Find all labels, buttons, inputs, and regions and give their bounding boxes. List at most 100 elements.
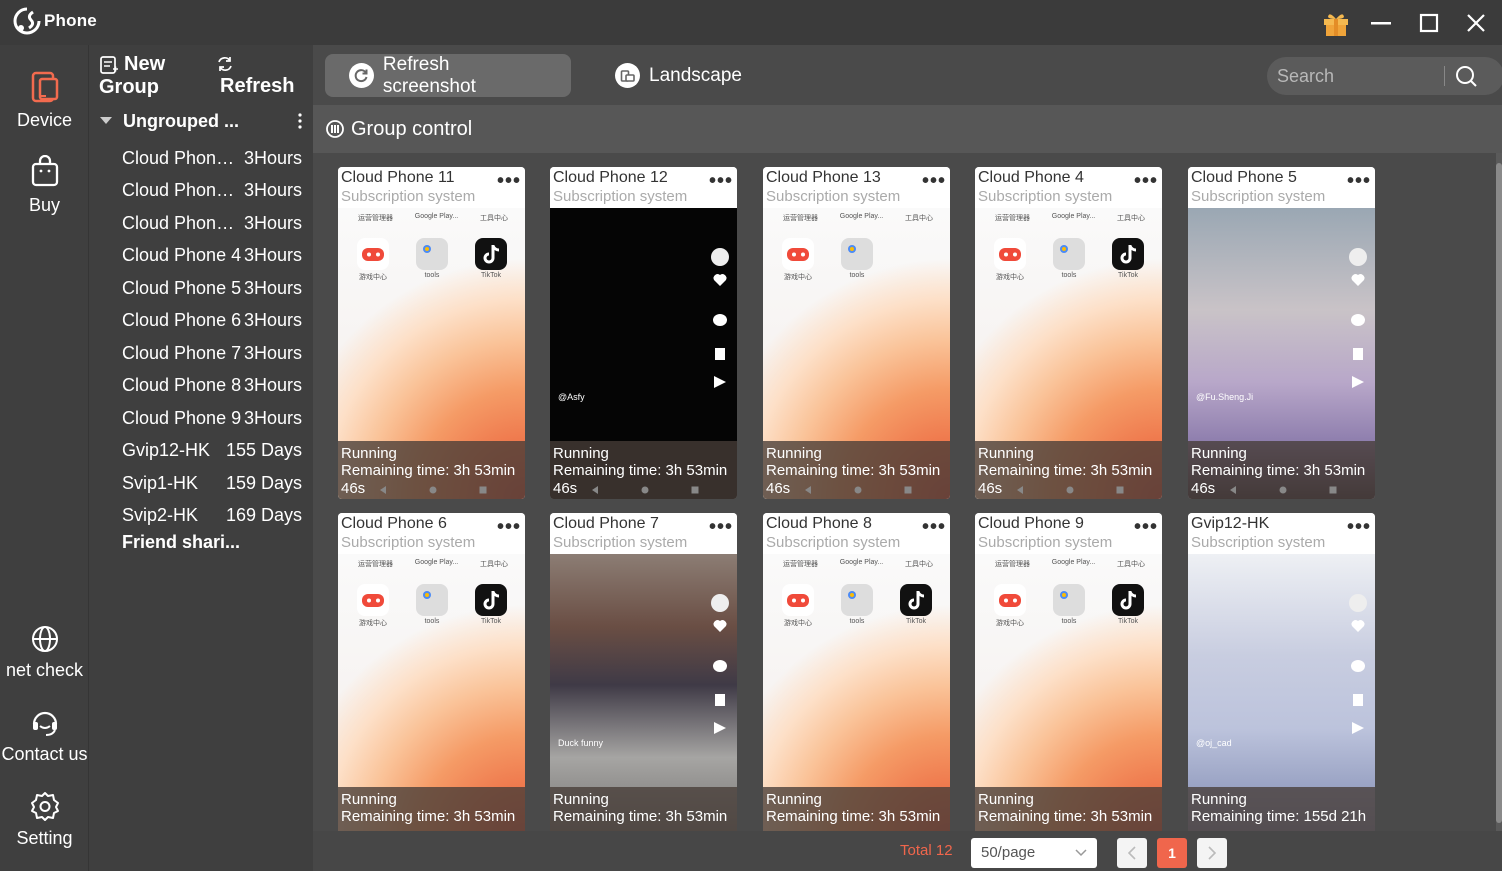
prev-page-button[interactable] [1117, 838, 1147, 868]
group-control-bar[interactable]: Group control [313, 105, 1502, 153]
list-item[interactable]: Cloud Phone 8 3Hours [122, 370, 302, 403]
app-label: 运营管理器 [783, 561, 818, 568]
refresh-button[interactable]: Refresh [218, 55, 294, 98]
home-icon [429, 486, 437, 494]
game-center-app-icon[interactable] [782, 584, 814, 616]
headset-icon [32, 711, 57, 736]
back-icon [1017, 486, 1023, 494]
phone-remaining-time: Remaining time: 3h 53min [1191, 462, 1366, 479]
item-time: 3Hours [243, 407, 302, 428]
page-size-select[interactable]: 50/page [971, 838, 1097, 868]
tools-app-icon[interactable] [1053, 584, 1085, 616]
phone-subscription: Subscription system [341, 188, 476, 205]
chevron-right-icon [1208, 846, 1217, 860]
close-icon[interactable] [1461, 8, 1491, 38]
list-item[interactable]: Cloud Phone 9 3Hours [122, 402, 302, 435]
group-friend-share[interactable]: Friend shari... [122, 532, 240, 553]
android-nav-bar [1015, 485, 1125, 495]
tiktok-app-icon[interactable] [475, 584, 507, 616]
phone-card[interactable]: Cloud Phone 5 Subscription system ••• @F… [1188, 167, 1375, 499]
phone-card[interactable]: Cloud Phone 6 Subscription system ••• 运营… [338, 513, 525, 831]
android-nav-bar [1228, 485, 1338, 495]
list-item[interactable]: Svip1-HK 159 Days [122, 467, 302, 500]
list-item[interactable]: Gvip12-HK 155 Days [122, 435, 302, 468]
tiktok-app-icon[interactable] [1112, 238, 1144, 270]
tiktok-app-icon[interactable] [1112, 584, 1144, 616]
phone-card[interactable]: Cloud Phone 9 Subscription system ••• 运营… [975, 513, 1162, 831]
tiktok-app-icon[interactable] [900, 584, 932, 616]
list-item[interactable]: Cloud Phone 11 3Hours [122, 175, 302, 208]
phone-status-overlay: Running Remaining time: 3h 53min 46s [550, 441, 737, 499]
phone-remaining-time: Remaining time: 155d 21h [1191, 808, 1367, 825]
tools-app-icon[interactable] [416, 238, 448, 270]
scrollbar[interactable] [1496, 153, 1502, 831]
tiktok-app-icon[interactable] [475, 238, 507, 270]
ungrouped-label: Ungrouped ... [123, 110, 239, 131]
minimize-icon[interactable] [1366, 8, 1396, 38]
more-horizontal-icon[interactable]: ••• [709, 516, 733, 539]
phone-subscription: Subscription system [553, 534, 688, 551]
phone-card[interactable]: Cloud Phone 7 Subscription system ••• Du… [550, 513, 737, 831]
more-horizontal-icon[interactable]: ••• [922, 170, 946, 193]
list-item[interactable]: Cloud Phone 10 3Hours [122, 142, 302, 175]
game-center-app-icon[interactable] [994, 584, 1026, 616]
list-item[interactable]: Svip2-HK 169 Days [122, 500, 302, 533]
tools-app-icon[interactable] [416, 584, 448, 616]
app-label: 运营管理器 [995, 215, 1030, 222]
scrollbar-thumb[interactable] [1496, 163, 1502, 823]
tools-app-icon[interactable] [1053, 238, 1085, 270]
game-center-app-icon[interactable] [357, 238, 389, 270]
game-center-app-icon[interactable] [994, 238, 1026, 270]
app-label: 游戏中心 [784, 620, 812, 627]
new-group-button[interactable]: New Group [99, 53, 165, 99]
app-label: tools [849, 618, 865, 625]
more-horizontal-icon[interactable]: ••• [497, 170, 521, 193]
more-horizontal-icon[interactable]: ••• [922, 516, 946, 539]
nav-buy[interactable]: Buy [0, 155, 89, 216]
more-horizontal-icon[interactable]: ••• [1134, 170, 1158, 193]
item-name: Cloud Phone 8 [122, 375, 242, 396]
phone-card[interactable]: Cloud Phone 8 Subscription system ••• 运营… [763, 513, 950, 831]
item-time: 3Hours [243, 147, 302, 168]
nav-contact[interactable]: Contact us [0, 706, 89, 765]
phone-card[interactable]: Gvip12-HK Subscription system ••• @oj_ca… [1188, 513, 1375, 831]
tools-app-icon[interactable] [841, 238, 873, 270]
phone-card[interactable]: Cloud Phone 12 Subscription system ••• @… [550, 167, 737, 499]
item-name: Cloud Phone 9 [122, 407, 242, 428]
back-icon [805, 486, 811, 494]
nav-setting[interactable]: Setting [0, 790, 89, 849]
list-item[interactable]: Cloud Phone 12 3Hours [122, 207, 302, 240]
more-horizontal-icon[interactable]: ••• [1134, 516, 1158, 539]
page-button-current[interactable]: 1 [1157, 838, 1187, 868]
phone-card[interactable]: Cloud Phone 4 Subscription system ••• 运营… [975, 167, 1162, 499]
maximize-icon[interactable] [1414, 8, 1444, 38]
more-horizontal-icon[interactable]: ••• [1347, 170, 1371, 193]
more-horizontal-icon[interactable]: ••• [1347, 516, 1371, 539]
tools-app-icon[interactable] [841, 584, 873, 616]
list-item[interactable]: Cloud Phone 5 3Hours [122, 272, 302, 305]
video-user-label: @Fu.Sheng.Ji [1196, 392, 1254, 402]
next-page-button[interactable] [1197, 838, 1227, 868]
more-horizontal-icon[interactable]: ••• [497, 516, 521, 539]
nav-device[interactable]: Device [0, 70, 89, 131]
landscape-button[interactable]: Landscape [591, 54, 766, 97]
list-item[interactable]: Cloud Phone 7 3Hours [122, 337, 302, 370]
search-icon[interactable] [1454, 64, 1478, 88]
pagination-bar: Total 12 50/page 1 [313, 831, 1502, 871]
more-horizontal-icon[interactable]: ••• [709, 170, 733, 193]
game-center-app-icon[interactable] [357, 584, 389, 616]
refresh-screenshot-button[interactable]: Refresh screenshot [325, 54, 571, 97]
list-item[interactable]: Cloud Phone 4 3Hours [122, 240, 302, 273]
phone-card[interactable]: Cloud Phone 13 Subscription system ••• 运… [763, 167, 950, 499]
more-vertical-icon[interactable] [297, 112, 303, 130]
search-input[interactable] [1277, 64, 1442, 88]
phone-remaining-time: Remaining time: 3h 53min [553, 462, 728, 479]
list-item[interactable]: Cloud Phone 6 3Hours [122, 305, 302, 338]
gift-icon[interactable] [1321, 8, 1351, 38]
game-center-app-icon[interactable] [782, 238, 814, 270]
phone-subscription: Subscription system [978, 188, 1113, 205]
phone-card[interactable]: Cloud Phone 11 Subscription system ••• 运… [338, 167, 525, 499]
nav-net-check[interactable]: net check [0, 624, 89, 681]
phone-status: Running [1191, 791, 1247, 808]
group-ungrouped[interactable]: Ungrouped ... [99, 109, 303, 133]
